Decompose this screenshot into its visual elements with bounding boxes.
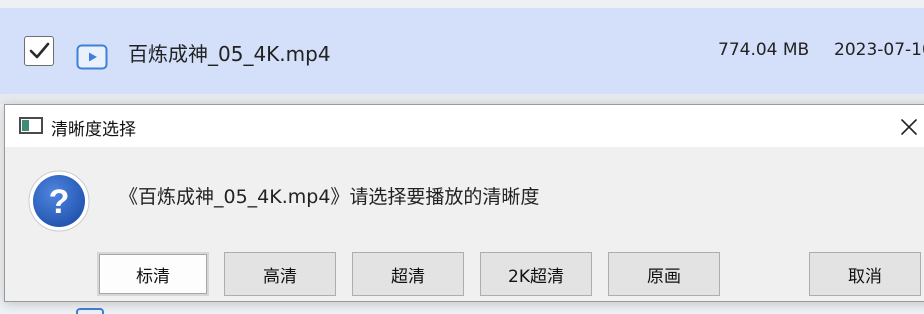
fhd-button[interactable]: 超清 [352, 252, 464, 296]
dialog-titlebar[interactable]: 清晰度选择 [5, 105, 924, 147]
row-checkbox[interactable] [24, 36, 54, 66]
hd-button[interactable]: 高清 [224, 252, 336, 296]
dialog-title: 清晰度选择 [51, 120, 136, 140]
close-icon [901, 119, 917, 135]
resolution-dialog: 清晰度选择 ? 《百炼成神_05_4K.mp4》请选择要播放的清晰度 标清 高清… [4, 104, 924, 302]
list-divider [0, 94, 924, 104]
video-file-icon [76, 308, 104, 314]
2k-button[interactable]: 2K超清 [480, 252, 592, 296]
video-file-icon [76, 44, 108, 70]
dialog-message: 《百炼成神_05_4K.mp4》请选择要播放的清晰度 [119, 186, 540, 208]
question-glyph: ? [49, 183, 70, 221]
question-icon: ? [28, 170, 90, 232]
file-list-row[interactable]: 百炼成神_05_4K.mp4 774.04 MB 2023-07-10 [0, 8, 924, 94]
app-window-icon [19, 117, 43, 134]
close-button[interactable] [893, 113, 924, 141]
file-date: 2023-07-10 [834, 40, 924, 60]
original-button[interactable]: 原画 [608, 252, 720, 296]
checkmark-icon [29, 42, 50, 59]
sd-button[interactable]: 标清 [97, 252, 209, 296]
cancel-button[interactable]: 取消 [809, 252, 921, 296]
file-name[interactable]: 百炼成神_05_4K.mp4 [128, 38, 331, 67]
screen: 百炼成神_05_4K.mp4 774.04 MB 2023-07-10 清晰度选… [0, 0, 924, 314]
file-size: 774.04 MB [718, 40, 810, 60]
